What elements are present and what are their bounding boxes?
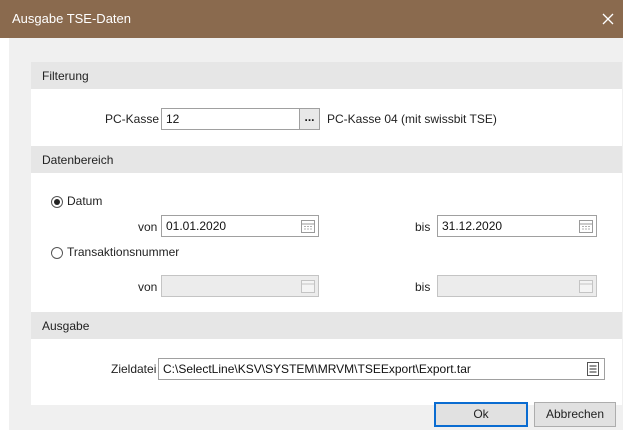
pc-kasse-description: PC-Kasse 04 (mit swissbit TSE) — [327, 112, 497, 126]
radio-datum-label: Datum — [67, 194, 103, 208]
zieldatei-label: Zieldatei — [111, 362, 157, 376]
cancel-button[interactable]: Abbrechen — [534, 402, 616, 427]
pc-kasse-browse-button[interactable]: ... — [299, 108, 320, 130]
radio-transaktionsnummer[interactable] — [51, 247, 63, 259]
datum-von-label: von — [138, 220, 158, 234]
file-picker-icon[interactable] — [584, 360, 602, 378]
section-filterung: Filterung — [31, 62, 622, 89]
section-ausgabe: Ausgabe — [31, 312, 622, 339]
zieldatei-input[interactable]: C:\SelectLine\KSV\SYSTEM\MRVM\TSEExport\… — [158, 358, 605, 380]
section-ausgabe-title: Ausgabe — [42, 319, 90, 333]
calendar-icon[interactable] — [299, 217, 317, 235]
pc-kasse-label: PC-Kasse — [105, 112, 160, 126]
content-panel: Filterung PC-Kasse 12 ... PC-Kasse 04 (m… — [31, 62, 622, 405]
transaktion-von-input[interactable] — [161, 275, 319, 297]
window-title: Ausgabe TSE-Daten — [12, 11, 131, 26]
close-icon — [602, 13, 614, 25]
calendar-icon — [299, 277, 317, 295]
calendar-icon[interactable] — [577, 217, 595, 235]
title-bar: Ausgabe TSE-Daten — [0, 0, 623, 38]
radio-datum[interactable] — [51, 196, 63, 208]
pc-kasse-input[interactable]: 12 — [161, 108, 300, 130]
ok-button[interactable]: Ok — [434, 402, 528, 427]
transaktion-bis-input[interactable] — [437, 275, 597, 297]
datum-bis-label: bis — [415, 220, 431, 234]
dialog-body: Filterung PC-Kasse 12 ... PC-Kasse 04 (m… — [9, 38, 623, 430]
transaktion-bis-label: bis — [415, 280, 431, 294]
section-datenbereich-title: Datenbereich — [42, 153, 114, 167]
datum-bis-input[interactable]: 31.12.2020 — [437, 215, 597, 237]
radio-transaktionsnummer-label: Transaktionsnummer — [67, 245, 180, 259]
close-button[interactable] — [593, 0, 623, 38]
calendar-icon — [577, 277, 595, 295]
transaktion-von-label: von — [138, 280, 158, 294]
section-filterung-title: Filterung — [42, 69, 89, 83]
datum-von-input[interactable]: 01.01.2020 — [161, 215, 319, 237]
section-datenbereich: Datenbereich — [31, 146, 622, 173]
